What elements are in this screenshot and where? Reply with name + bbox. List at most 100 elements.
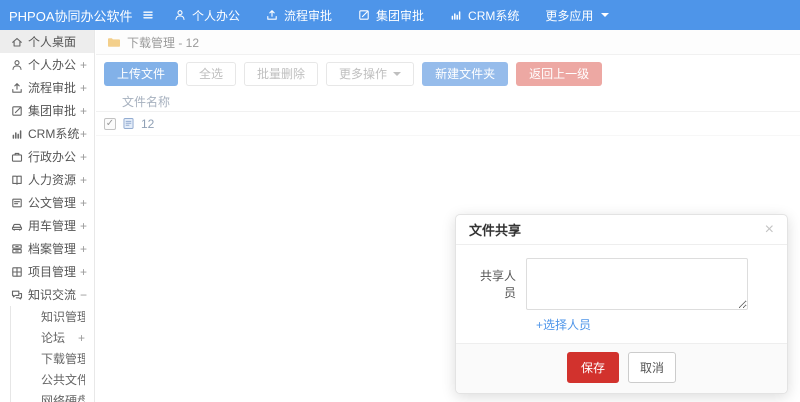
sidebar-item-crm-system[interactable]: CRM系统 + — [0, 122, 94, 145]
button-label: 全选 — [199, 67, 224, 81]
batch-delete-button[interactable]: 批量删除 — [244, 62, 319, 86]
doc-icon — [10, 197, 23, 209]
sidebar-subitem-forum[interactable]: 论坛 + — [11, 327, 94, 348]
expand-plus-icon: + — [79, 264, 87, 279]
nav-item-more-apps[interactable]: 更多应用 — [545, 7, 610, 24]
sidebar: 个人桌面 个人办公 + 流程审批 + 集团审批 + CRM系统 + 行政办公 + 人力资源 + 公文管理 +… — [0, 30, 95, 402]
row-checkbox[interactable]: ✓ — [104, 117, 116, 130]
chart-icon — [450, 9, 462, 21]
select-all-button[interactable]: 全选 — [186, 62, 237, 86]
breadcrumb-text: 下载管理 - 12 — [127, 35, 200, 50]
expand-plus-icon: + — [79, 126, 87, 141]
sidebar-item-label: 用车管理 — [28, 219, 77, 233]
sidebar-item-label: 知识交流 — [28, 288, 77, 302]
chart-icon — [10, 128, 23, 140]
file-name: 12 — [141, 116, 155, 131]
sidebar-item-project-mgmt[interactable]: 项目管理 + — [0, 260, 94, 283]
expand-plus-icon: + — [79, 57, 87, 72]
caret-down-icon — [601, 13, 610, 17]
close-icon[interactable]: × — [765, 221, 774, 238]
nav-item-label: 流程审批 — [284, 8, 333, 23]
share-users-field-row: 共享人员 — [474, 258, 772, 310]
sidebar-item-group-approval[interactable]: 集团审批 + — [0, 99, 94, 122]
button-label: 上传文件 — [117, 67, 166, 81]
sidebar-item-knowledge-exchange[interactable]: 知识交流 − — [0, 283, 94, 306]
save-button[interactable]: 保存 — [566, 352, 619, 383]
caret-down-icon — [393, 72, 402, 76]
file-row[interactable]: ✓ 12 — [96, 112, 800, 136]
expand-plus-icon: + — [79, 80, 87, 95]
edit-icon — [358, 9, 370, 21]
select-users-link[interactable]: +选择人员 — [536, 316, 591, 333]
briefcase-icon — [10, 151, 23, 163]
sidebar-item-admin-office[interactable]: 行政办公 + — [0, 145, 94, 168]
file-table: 文件名称 ✓ 12 — [96, 93, 800, 136]
modal-body: 共享人员 +选择人员 — [456, 245, 787, 343]
nav-item-workflow-approval[interactable]: 流程审批 — [266, 7, 332, 24]
nav-item-label: 个人办公 — [192, 8, 241, 23]
user-icon — [174, 9, 186, 21]
expand-plus-icon: + — [79, 103, 87, 118]
process-icon — [10, 82, 23, 94]
car-icon — [10, 220, 23, 232]
sidebar-item-label: 档案管理 — [28, 242, 77, 256]
file-table-body: ✓ 12 — [96, 112, 800, 136]
file-table-header: 文件名称 — [96, 93, 800, 112]
nav-item-personal-office[interactable]: 个人办公 — [174, 7, 240, 24]
edit-icon — [10, 105, 23, 117]
expand-plus-icon: + — [79, 172, 87, 187]
sidebar-subitem-label: 网络硬盘 — [41, 394, 85, 402]
user-icon — [10, 59, 23, 71]
cancel-button[interactable]: 取消 — [628, 352, 677, 383]
nav-item-crm-system[interactable]: CRM系统 — [450, 7, 519, 24]
upload-file-button[interactable]: 上传文件 — [104, 62, 179, 86]
sidebar-subitem-label: 下载管理 — [41, 352, 85, 366]
toolbar: 上传文件 全选 批量删除 更多操作 新建文件夹 返回上一级 — [96, 55, 800, 91]
sidebar-item-label: 个人桌面 — [28, 35, 77, 49]
sidebar-item-human-resources[interactable]: 人力资源 + — [0, 168, 94, 191]
expand-plus-icon: + — [77, 330, 85, 345]
nav-item-group-approval[interactable]: 集团审批 — [358, 7, 424, 24]
sidebar-subitem-knowledge-mgmt[interactable]: 知识管理 — [11, 306, 94, 327]
sidebar-item-personal-office[interactable]: 个人办公 + — [0, 53, 94, 76]
modal-header: 文件共享 × — [456, 215, 787, 245]
sidebar-item-label: 流程审批 — [28, 81, 77, 95]
app-logo: PHPOA协同办公软件 — [9, 8, 133, 24]
folder-icon — [107, 36, 121, 48]
archive-icon — [10, 243, 23, 255]
sidebar-item-archive-mgmt[interactable]: 档案管理 + — [0, 237, 94, 260]
sidebar-item-workflow-approval[interactable]: 流程审批 + — [0, 76, 94, 99]
expand-plus-icon: + — [79, 195, 87, 210]
button-label: 批量删除 — [257, 67, 306, 81]
expand-plus-icon: + — [79, 149, 87, 164]
new-folder-button[interactable]: 新建文件夹 — [422, 62, 509, 86]
button-label: 返回上一级 — [529, 67, 590, 81]
sidebar-item-label: CRM系统 — [28, 127, 80, 141]
modal-title: 文件共享 — [469, 223, 522, 238]
sidebar-item-document-mgmt[interactable]: 公文管理 + — [0, 191, 94, 214]
sidebar-subitem-label: 论坛 — [41, 331, 66, 345]
column-header-filename: 文件名称 — [122, 95, 171, 109]
expand-plus-icon: + — [79, 218, 87, 233]
modal-footer: 保存 取消 — [456, 343, 787, 393]
more-actions-button[interactable]: 更多操作 — [326, 62, 415, 86]
share-users-textarea[interactable] — [526, 258, 748, 310]
hamburger-menu-button[interactable] — [142, 9, 154, 21]
sidebar-item-label: 项目管理 — [28, 265, 77, 279]
sidebar-item-personal-desktop[interactable]: 个人桌面 — [0, 30, 94, 53]
go-back-button[interactable]: 返回上一级 — [516, 62, 603, 86]
sidebar-subitem-network-disk[interactable]: 网络硬盘 — [11, 390, 94, 402]
home-icon — [10, 36, 23, 48]
grid-icon — [10, 266, 23, 278]
sidebar-menu: 个人桌面 个人办公 + 流程审批 + 集团审批 + CRM系统 + 行政办公 + 人力资源 + 公文管理 +… — [0, 30, 94, 402]
navbar-menu: 个人办公 流程审批 集团审批 CRM系统 更多应用 — [174, 7, 610, 24]
sidebar-item-label: 个人办公 — [28, 58, 77, 72]
nav-item-label: 更多应用 — [545, 8, 594, 23]
sidebar-submenu: 知识管理论坛 + 下载管理公共文件柜网络硬盘 — [10, 306, 94, 402]
sidebar-item-vehicle-mgmt[interactable]: 用车管理 + — [0, 214, 94, 237]
sidebar-subitem-public-cabinet[interactable]: 公共文件柜 — [11, 369, 94, 390]
file-share-modal: 文件共享 × 共享人员 +选择人员 保存 取消 — [455, 214, 788, 394]
file-icon — [122, 117, 135, 130]
sidebar-subitem-download-mgmt[interactable]: 下载管理 — [11, 348, 94, 369]
button-label: 新建文件夹 — [435, 67, 496, 81]
